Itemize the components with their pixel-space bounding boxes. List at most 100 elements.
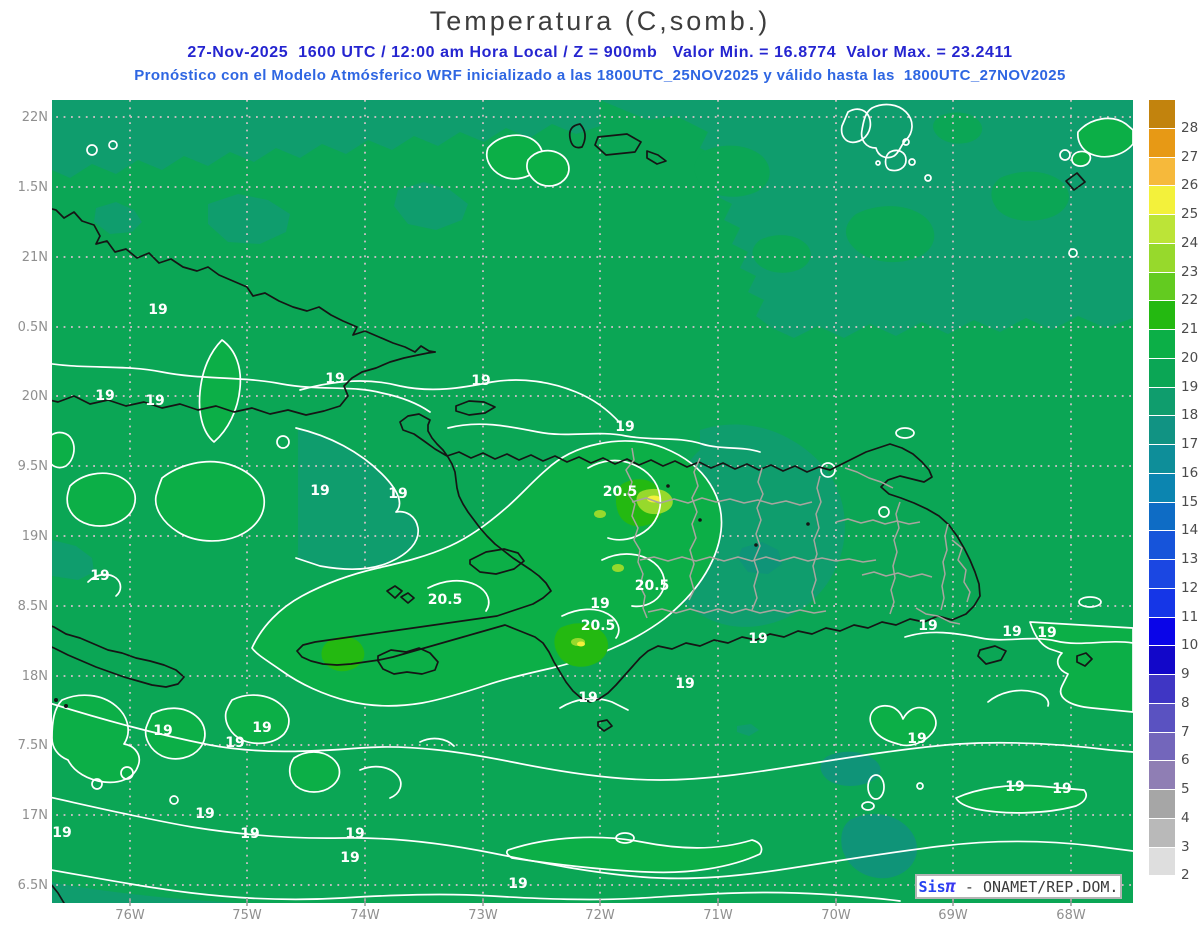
contour-label: 19	[1005, 779, 1024, 795]
page-title: Temperatura (C,somb.)	[429, 6, 771, 36]
colorbar-tick-label: 17	[1181, 436, 1199, 452]
colorbar-tick-label: 22	[1181, 292, 1199, 309]
contour-label: 19	[1052, 781, 1071, 797]
lon-axis-label: 72W	[585, 908, 615, 923]
colorbar-tick-label: 6	[1181, 752, 1190, 769]
colorbar-segment	[1149, 818, 1175, 848]
contour-label: 19	[471, 373, 490, 389]
colorbar-tick-label: 3	[1181, 838, 1190, 855]
lat-axis-label: 7.5N	[18, 738, 48, 753]
colorbar-tick-label: 13	[1181, 551, 1199, 567]
colorbar-segment	[1149, 675, 1175, 704]
colorbar-segment	[1149, 128, 1175, 158]
colorbar-segment	[1149, 560, 1175, 589]
colorbar-tick-label: 18	[1181, 407, 1199, 424]
lat-axis-label: 20N	[22, 389, 48, 404]
lat-axis-label: 6.5N	[18, 878, 48, 893]
branding-pi-icon: π	[945, 876, 956, 897]
contour-label: 19	[1037, 625, 1056, 641]
colorbar-segment	[1149, 387, 1175, 417]
contour-label: 19	[508, 876, 527, 892]
colorbar-tick-label: 12	[1181, 579, 1199, 596]
colorbar-segment	[1149, 445, 1175, 474]
colorbar-tick-label: 11	[1181, 608, 1199, 625]
colorbar-segment	[1149, 876, 1175, 905]
colorbar-segment	[1149, 732, 1175, 762]
colorbar-tick-label: 5	[1181, 781, 1190, 797]
colorbar-tick-label: 7	[1181, 723, 1190, 740]
colorbar-segment	[1149, 847, 1175, 877]
contour-label: 19	[388, 486, 407, 502]
colorbar-segment	[1149, 502, 1175, 532]
contour-label: 19	[340, 850, 359, 866]
contour-label: 19	[918, 618, 937, 634]
contour-label: 19	[148, 302, 167, 318]
contour-label: 19	[748, 631, 767, 647]
contour-label: 19	[907, 731, 926, 747]
colorbar-segment	[1149, 617, 1175, 647]
colorbar-tick-label: 24	[1181, 234, 1199, 251]
contour-label: 19	[675, 676, 694, 692]
lat-axis-label: 19N	[22, 529, 48, 544]
colorbar-tick-label: 20	[1181, 349, 1199, 366]
colorbar-segment	[1149, 330, 1175, 359]
contour-label: 20.5	[603, 484, 638, 500]
subtitle-line-1: 27-Nov-2025 1600 UTC / 12:00 am Hora Loc…	[187, 44, 1013, 61]
colorbar-tick-label: 10	[1181, 637, 1199, 654]
lon-axis-label: 74W	[350, 908, 380, 923]
colorbar-tick-label: 26	[1181, 177, 1199, 194]
lat-axis-label: 0.5N	[18, 320, 48, 335]
colorbar-segment	[1149, 790, 1175, 819]
lat-axis-label: 21N	[22, 250, 48, 265]
subtitle-line-2: Pronóstico con el Modelo Atmósferico WRF…	[134, 67, 1066, 84]
lon-axis-label: 71W	[703, 908, 733, 923]
lat-axis-label: 22N	[22, 110, 48, 125]
colorbar-tick-label: 25	[1181, 206, 1199, 222]
branding-org: - ONAMET/REP.DOM.	[955, 877, 1119, 896]
colorbar-segment	[1149, 531, 1175, 560]
branding-box: Sis π - ONAMET/REP.DOM.	[915, 874, 1122, 899]
colorbar-segment	[1149, 473, 1175, 503]
colorbar-tick-label: 14	[1181, 522, 1199, 539]
colorbar-segment	[1149, 186, 1175, 215]
colorbar-tick-label: 8	[1181, 694, 1190, 711]
lon-axis-label: 73W	[468, 908, 498, 923]
colorbar-tick-label: 28	[1181, 119, 1199, 136]
colorbar-tick-label: 23	[1181, 263, 1199, 280]
colorbar-segment	[1149, 243, 1175, 273]
lat-axis-label: 1.5N	[18, 180, 48, 195]
contour-label: 19	[1002, 624, 1021, 640]
lon-axis-label: 75W	[232, 908, 262, 923]
colorbar-tick-label: 21	[1181, 321, 1199, 337]
colorbar	[1149, 100, 1175, 905]
contour-label: 19	[345, 826, 364, 842]
contour-label: 19	[95, 388, 114, 404]
colorbar-segment	[1149, 272, 1175, 302]
temperature-map: 19 19 19 19 19 19 19 19 20.5 19 20.5 19 20.5 20.5 19 19…	[18, 100, 1133, 923]
colorbar-tick-label: 15	[1181, 493, 1199, 510]
contour-label: 19	[52, 825, 71, 841]
contour-label: 19	[578, 690, 597, 706]
weather-map-figure: Temperatura (C,somb.) 27-Nov-2025 1600 U…	[0, 0, 1200, 927]
contour-label: 20.5	[428, 592, 463, 608]
lon-axis-label: 70W	[821, 908, 851, 923]
colorbar-tick-label: 9	[1181, 666, 1190, 682]
lon-axis-label: 69W	[938, 908, 968, 923]
colorbar-segment	[1149, 588, 1175, 618]
colorbar-segment	[1149, 157, 1175, 187]
colorbar-segment	[1149, 301, 1175, 330]
contour-label: 19	[153, 723, 172, 739]
colorbar-segment	[1149, 761, 1175, 790]
colorbar-segment	[1149, 100, 1175, 129]
colorbar-tick-label: 2	[1181, 867, 1190, 884]
lat-axis-label: 8.5N	[18, 599, 48, 614]
colorbar-tick-label: 4	[1181, 809, 1190, 826]
colorbar-segment	[1149, 646, 1175, 675]
colorbar-segment	[1149, 358, 1175, 388]
colorbar-tick-label: 19	[1181, 378, 1199, 395]
contour-label: 20.5	[581, 618, 616, 634]
lon-axis-label: 68W	[1056, 908, 1086, 923]
colorbar-tick-label: 16	[1181, 464, 1199, 481]
contour-label: 19	[590, 596, 609, 612]
lat-axis-label: 18N	[22, 669, 48, 684]
